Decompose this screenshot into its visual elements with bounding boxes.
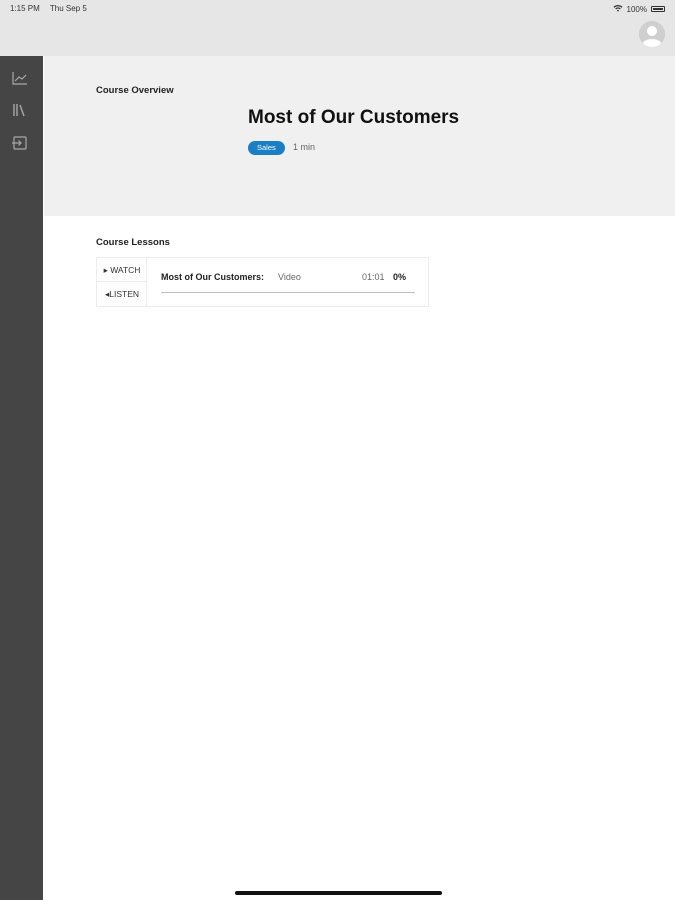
course-overview-heading: Course Overview (96, 85, 174, 96)
top-bar: 1:15 PM Thu Sep 5 100% (0, 0, 675, 56)
wifi-icon (613, 4, 623, 14)
status-time: 1:15 PM (10, 4, 40, 13)
home-indicator[interactable] (235, 891, 442, 895)
play-icon: ▸ (103, 265, 108, 275)
listen-button[interactable]: ◂LISTEN (97, 282, 147, 306)
sidebar (0, 56, 43, 900)
status-date: Thu Sep 5 (49, 4, 87, 13)
lesson-progress-percent: 0% (393, 272, 407, 282)
category-tag: Sales (248, 141, 285, 155)
chart-line-icon[interactable] (11, 69, 29, 87)
course-overview-panel: Course Overview Most of Our Customers Sa… (44, 56, 675, 216)
battery-icon (651, 6, 665, 12)
status-bar-right: 100% (613, 4, 665, 14)
watch-label: WATCH (110, 265, 141, 275)
listen-label: LISTEN (109, 289, 140, 299)
course-duration: 1 min (293, 142, 316, 152)
lesson-time: 01:01 (362, 272, 385, 282)
lesson-type: Video (278, 272, 301, 282)
library-icon[interactable] (11, 101, 29, 119)
course-title: Most of Our Customers (248, 107, 460, 128)
lesson-name[interactable]: Most of Our Customers: (161, 272, 264, 282)
user-avatar-icon[interactable] (639, 21, 665, 47)
battery-percent: 100% (626, 4, 647, 14)
lesson-actions: ▸ WATCH ◂LISTEN (97, 258, 147, 306)
watch-button[interactable]: ▸ WATCH (97, 258, 147, 282)
course-lessons-heading: Course Lessons (96, 237, 170, 248)
sign-in-icon[interactable] (11, 134, 29, 152)
status-bar-left: 1:15 PM Thu Sep 5 (10, 4, 95, 13)
lesson-card[interactable]: ▸ WATCH ◂LISTEN Most of Our Customers: V… (96, 257, 429, 307)
lesson-progress-bar (161, 292, 415, 293)
